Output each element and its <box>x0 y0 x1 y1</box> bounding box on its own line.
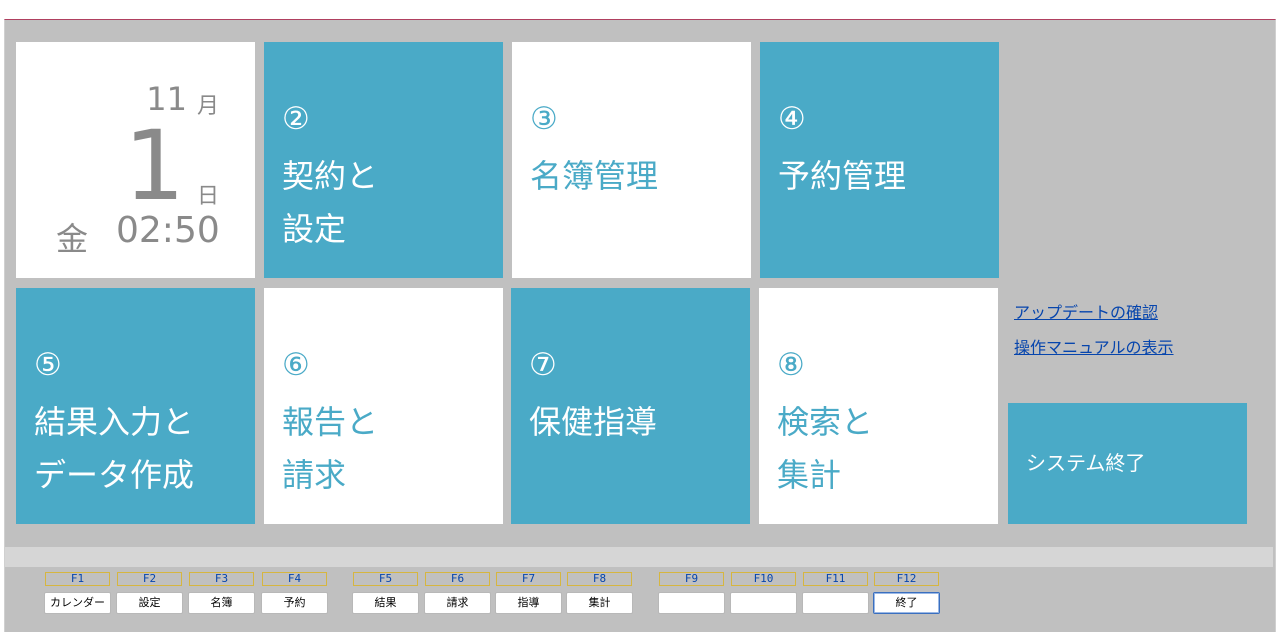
clock-month-label: 月 <box>196 94 219 119</box>
f3-roster-button[interactable]: 名簿 <box>188 592 255 614</box>
fkey-label-f6: F6 <box>425 572 490 586</box>
status-bar <box>5 547 1273 567</box>
tile-number: ⑤ <box>34 347 62 383</box>
system-exit-label: システム終了 <box>1026 451 1146 475</box>
tile-roster-management[interactable]: ③ 名簿管理 <box>512 42 751 278</box>
f8-aggregate-button[interactable]: 集計 <box>566 592 633 614</box>
f2-settings-button[interactable]: 設定 <box>116 592 183 614</box>
tile-label: 契約と 設定 <box>282 157 379 248</box>
date-clock-tile[interactable]: 11 月 1 日 金 02:50 <box>16 42 255 278</box>
clock-time: 02:50 <box>116 210 220 251</box>
system-exit-button[interactable]: システム終了 <box>1008 403 1247 524</box>
tile-result-input[interactable]: ⑤ 結果入力と データ作成 <box>16 288 255 524</box>
fkey-label-f3: F3 <box>189 572 254 586</box>
tile-label: 予約管理 <box>778 157 907 195</box>
f5-result-button[interactable]: 結果 <box>352 592 419 614</box>
tile-reservation-management[interactable]: ④ 予約管理 <box>760 42 999 278</box>
tile-number: ② <box>282 101 310 137</box>
f1-calendar-button[interactable]: カレンダー <box>44 592 111 614</box>
f10-button[interactable] <box>730 592 797 614</box>
fkey-label-f2: F2 <box>117 572 182 586</box>
tile-number: ③ <box>530 101 558 137</box>
tile-health-guidance[interactable]: ⑦ 保健指導 <box>511 288 750 524</box>
f9-button[interactable] <box>658 592 725 614</box>
f4-reservation-button[interactable]: 予約 <box>261 592 328 614</box>
fkey-label-f5: F5 <box>353 572 418 586</box>
f6-billing-button[interactable]: 請求 <box>424 592 491 614</box>
tile-contract-settings[interactable]: ② 契約と 設定 <box>264 42 503 278</box>
tile-label: 検索と 集計 <box>777 403 874 494</box>
f11-button[interactable] <box>802 592 869 614</box>
f12-exit-button[interactable]: 終了 <box>873 592 940 614</box>
clock-day-label: 日 <box>196 184 219 209</box>
show-manual-link[interactable]: 操作マニュアルの表示 <box>1014 334 1174 358</box>
tile-label: 報告と 請求 <box>282 403 379 494</box>
tile-search-aggregate[interactable]: ⑧ 検索と 集計 <box>759 288 998 524</box>
fkey-label-f7: F7 <box>496 572 561 586</box>
tile-report-billing[interactable]: ⑥ 報告と 請求 <box>264 288 503 524</box>
fkey-label-f4: F4 <box>262 572 327 586</box>
clock-weekday: 金 <box>56 220 89 258</box>
fkey-label-f8: F8 <box>567 572 632 586</box>
tile-number: ⑦ <box>529 347 557 383</box>
check-update-link[interactable]: アップデートの確認 <box>1014 299 1158 323</box>
tile-number: ⑧ <box>777 347 805 383</box>
clock-day: 1 <box>123 110 185 222</box>
tile-number: ⑥ <box>282 347 310 383</box>
fkey-label-f9: F9 <box>659 572 724 586</box>
fkey-label-f11: F11 <box>803 572 868 586</box>
fkey-label-f10: F10 <box>731 572 796 586</box>
fkey-label-f1: F1 <box>45 572 110 586</box>
tile-label: 名簿管理 <box>530 157 659 195</box>
f7-guidance-button[interactable]: 指導 <box>495 592 562 614</box>
tile-label: 結果入力と データ作成 <box>34 403 195 494</box>
fkey-label-f12: F12 <box>874 572 939 586</box>
tile-number: ④ <box>778 101 806 137</box>
tile-label: 保健指導 <box>529 403 658 441</box>
